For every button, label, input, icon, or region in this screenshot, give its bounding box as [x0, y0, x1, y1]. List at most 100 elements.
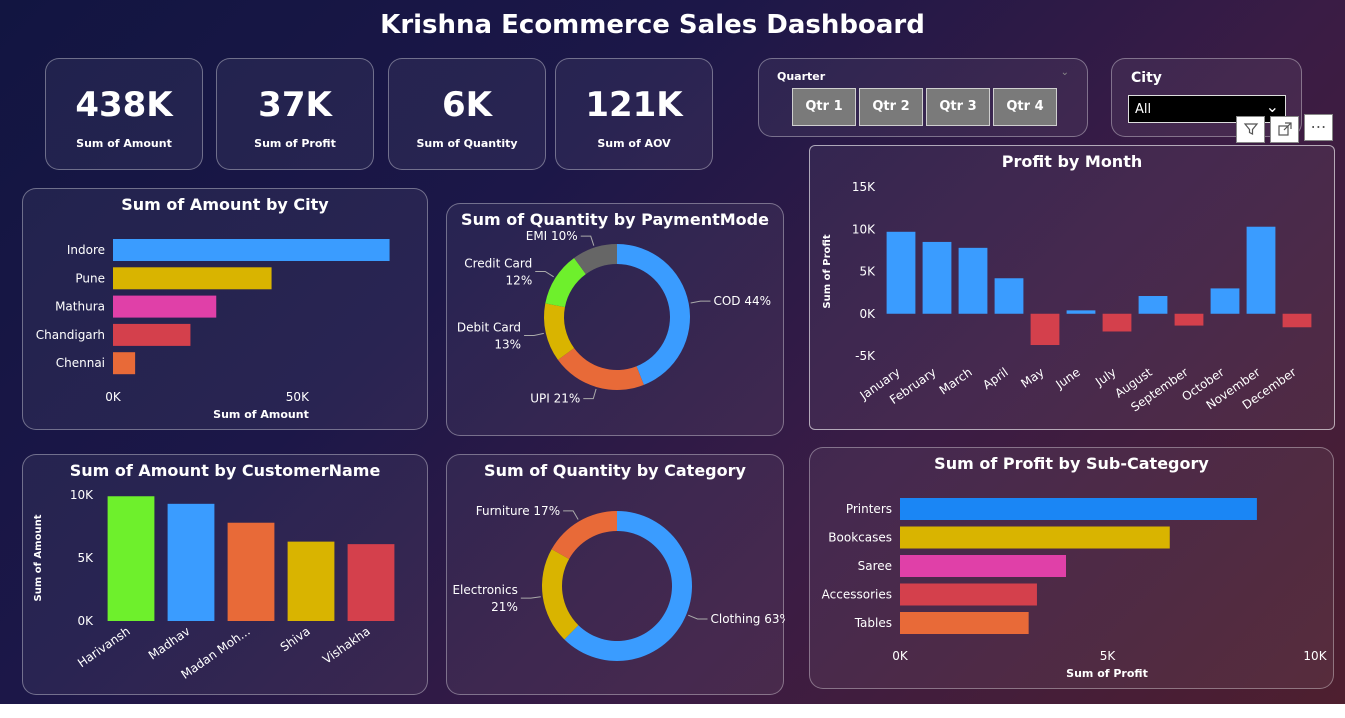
leader-line [690, 300, 711, 304]
bar [1246, 226, 1276, 314]
city-slicer-title: City [1131, 70, 1162, 86]
slice-label: COD 44% [713, 294, 771, 308]
leader-line [583, 388, 597, 400]
slice-label-line: Clothing 63% [711, 612, 785, 626]
chart-card-profit-by-month: Profit by Month -5K 0K 5K 10K 15K January Febr… [809, 145, 1335, 430]
filter-icon[interactable] [1236, 116, 1265, 143]
kpi-value: 6K [441, 85, 492, 125]
category-label: March [937, 365, 975, 397]
bar [107, 496, 155, 621]
bar [113, 323, 191, 346]
bottom-strip [0, 704, 1345, 718]
slice-label-line: Credit Card [464, 256, 532, 270]
kpi-card-quantity[interactable]: 6K Sum of Quantity [388, 58, 546, 170]
focus-mode-icon[interactable] [1270, 116, 1299, 143]
leader-line [563, 510, 579, 520]
x-tick-label: 0K [105, 390, 122, 404]
chart-card-amount-by-city: Sum of Amount by City Indore Pune Mathura C… [22, 188, 428, 430]
x-axis-label: Sum of Profit [1066, 667, 1148, 680]
bar [900, 498, 1257, 520]
leader-line [524, 332, 544, 337]
bar [347, 544, 395, 621]
donut-slice [544, 303, 575, 360]
y-tick-label: 0K [859, 307, 876, 321]
kpi-card-aov[interactable]: 121K Sum of AOV [555, 58, 713, 170]
city-dropdown-value: All [1135, 102, 1152, 117]
bar [1174, 313, 1204, 326]
donut-slice [542, 549, 579, 640]
y-tick-label: 0K [77, 614, 94, 628]
kpi-label: Sum of Amount [76, 137, 172, 150]
chart-profit-by-subcategory: Printers Bookcases Saree Accessories Tables 0… [822, 498, 1328, 680]
chart-profit-by-month: -5K0K5K10K15KJanuaryFebruaryMarch April Ma… [822, 180, 1312, 415]
bar [1210, 288, 1240, 314]
kpi-card-profit[interactable]: 37K Sum of Profit [216, 58, 374, 170]
kpi-value: 37K [258, 85, 332, 125]
slice-label: Electronics 21% [452, 583, 517, 614]
bar [113, 239, 390, 261]
bar [167, 503, 215, 621]
bar [1030, 313, 1060, 346]
bar [900, 555, 1066, 577]
bar [227, 522, 275, 621]
quarter-button-q3[interactable]: Qtr 3 [926, 88, 990, 126]
slice-label: Furniture 17% [476, 504, 560, 518]
y-tick-label: 5K [859, 265, 876, 279]
chart-card-profit-by-subcategory: Sum of Profit by Sub-Category Printers Bo… [809, 447, 1334, 689]
chart-quantity-by-category: Clothing 63% Electronics 21% Furniture 17% [452, 504, 785, 661]
category-label: April [980, 365, 1011, 392]
donut-slice [557, 348, 644, 390]
category-label: Bookcases [828, 531, 892, 545]
chart-card-quantity-by-paymentmode: Sum of Quantity by PaymentMode COD 44% UP… [446, 203, 784, 436]
category-label: Chandigarh [36, 328, 105, 342]
category-label: Tables [854, 616, 892, 630]
x-axis-label: Sum of Amount [213, 408, 309, 421]
slice-label-line: Furniture 17% [476, 504, 560, 518]
donut-slice [551, 511, 617, 559]
more-options-icon[interactable]: ⋯ [1304, 114, 1333, 141]
quarter-button-q2[interactable]: Qtr 2 [859, 88, 923, 126]
slice-label-line: Debit Card [457, 321, 521, 335]
y-tick-label: 15K [852, 180, 876, 194]
bar [900, 583, 1037, 606]
bar [994, 278, 1024, 314]
quarter-slicer-title: Quarter [777, 70, 826, 83]
category-label: May [1018, 365, 1046, 391]
y-tick-label: 5K [77, 551, 94, 565]
chevron-down-icon[interactable]: ⌄ [1061, 67, 1069, 78]
y-axis-label: Sum of Amount [33, 514, 44, 601]
y-axis-label: Sum of Profit [822, 234, 833, 308]
y-tick-label: 10K [852, 222, 876, 236]
slice-label: Credit Card 12% [464, 256, 532, 287]
slice-label-line: COD 44% [713, 294, 771, 308]
category-label: Printers [846, 502, 892, 516]
chart-card-quantity-by-category: Sum of Quantity by Category Clothing 63%… [446, 454, 785, 695]
kpi-label: Sum of AOV [597, 137, 671, 150]
category-label: Mathura [55, 300, 105, 314]
category-label: Indore [67, 243, 105, 257]
kpi-value: 438K [75, 85, 173, 125]
slice-label-line: EMI 10% [526, 229, 578, 243]
quarter-button-q4[interactable]: Qtr 4 [993, 88, 1057, 126]
kpi-label: Sum of Quantity [416, 137, 518, 150]
bar [1138, 296, 1168, 314]
leader-line [520, 596, 541, 599]
bar [1066, 310, 1096, 314]
x-tick-label: 0K [892, 649, 909, 663]
kpi-card-amount[interactable]: 438K Sum of Amount [45, 58, 203, 170]
bar [113, 267, 272, 290]
bar [900, 526, 1170, 549]
leader-line [580, 235, 595, 246]
quarter-button-q1[interactable]: Qtr 1 [792, 88, 856, 126]
chart-card-amount-by-customer: Sum of Amount by CustomerName 0K 5K 10K Har… [22, 454, 428, 695]
bar [922, 241, 952, 314]
slice-label-line: 21% [491, 600, 518, 614]
slice-label-line: 13% [494, 338, 521, 352]
y-tick-label: -5K [855, 349, 876, 363]
slice-label-line: UPI 21% [530, 392, 580, 406]
x-tick-label: 5K [1100, 649, 1117, 663]
kpi-value: 121K [585, 85, 683, 125]
x-tick-label: 10K [1303, 649, 1327, 663]
kpi-label: Sum of Profit [254, 137, 336, 150]
category-label: July [1092, 365, 1119, 389]
